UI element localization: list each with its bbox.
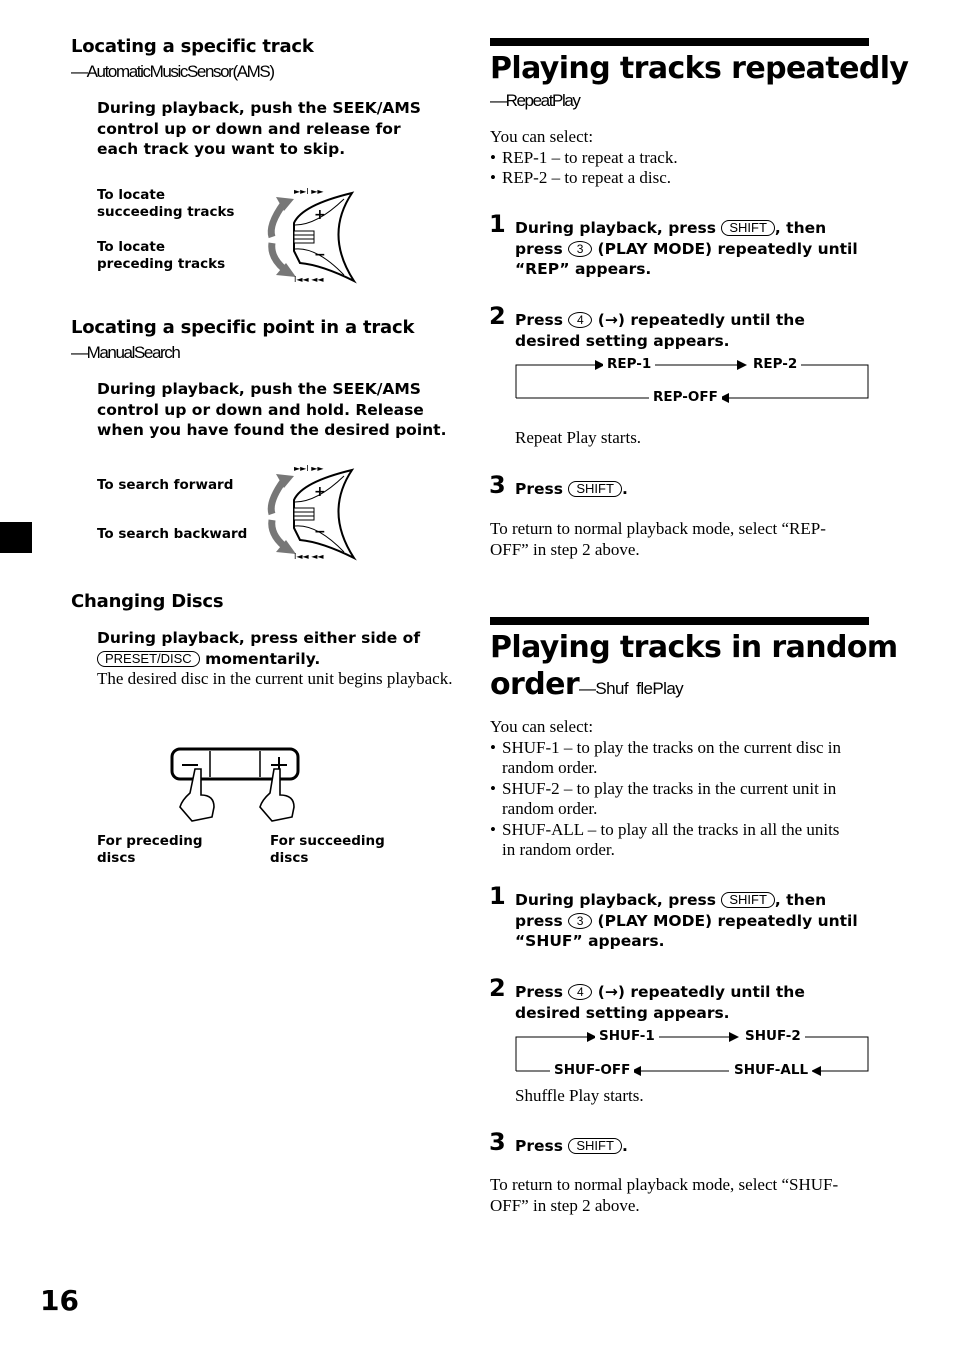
step-number: 2 bbox=[489, 974, 506, 1002]
step-number: 1 bbox=[489, 210, 506, 238]
shuffle-footer: To return to normal playback mode, selec… bbox=[490, 1175, 839, 1215]
shuffle-step-3: Press SHIFT. bbox=[515, 1137, 628, 1155]
key-4: 4 bbox=[568, 984, 593, 1000]
shift-key: SHIFT bbox=[568, 481, 622, 497]
shuffle-title-line1: Playing tracks in random bbox=[490, 630, 898, 665]
preset-disc-illustration bbox=[168, 745, 308, 830]
repeat-title: Playing tracks repeatedly bbox=[490, 51, 909, 86]
flow-shuf-all: SHUF-ALL bbox=[730, 1062, 813, 1078]
key-3: 3 bbox=[568, 240, 593, 257]
seek-ams-dial-illustration: + − ►►I ►► I◄◄ ◄◄ bbox=[262, 185, 362, 285]
list-item: • REP-2 – to repeat a disc. bbox=[490, 168, 672, 187]
discs-title: Changing Discs bbox=[71, 591, 224, 612]
manual-label-forward: To search forward bbox=[97, 477, 234, 493]
svg-text:►►I ►►: ►►I ►► bbox=[294, 464, 324, 473]
step-number: 2 bbox=[489, 302, 506, 330]
list-item: • SHUF-2 – to play the tracks in the curr… bbox=[490, 778, 837, 819]
svg-text:−: − bbox=[314, 247, 326, 263]
preset-disc-key: PRESET/DISC bbox=[97, 650, 200, 667]
repeat-options: You can select: • REP-1 – to repeat a tra… bbox=[490, 127, 870, 189]
svg-text:►►I ►►: ►►I ►► bbox=[294, 187, 324, 196]
section-rule bbox=[490, 617, 869, 625]
repeat-flow-diagram: REP-1 REP-2 REP-OFF bbox=[515, 355, 870, 405]
ams-subtitle: —AutomaticMusicSensor(AMS) bbox=[71, 62, 275, 81]
flow-rep-off: REP-OFF bbox=[649, 389, 722, 405]
svg-text:I◄◄ ◄◄: I◄◄ ◄◄ bbox=[294, 552, 324, 561]
repeat-step-2: Press 4 (→) repeatedly until the desired… bbox=[515, 311, 805, 350]
manual-instruction: During playback, push the SEEK/AMS contr… bbox=[97, 380, 447, 439]
shuffle-intro: You can select: bbox=[490, 717, 594, 736]
section-tab-marker bbox=[0, 522, 32, 553]
list-item: • SHUF-1 – to play the tracks on the curr… bbox=[490, 737, 841, 778]
repeat-subtitle: —RepeatPlay bbox=[490, 91, 581, 110]
svg-text:+: + bbox=[314, 207, 326, 223]
seek-dial-icon: + − ►►I ►► I◄◄ ◄◄ bbox=[267, 464, 357, 561]
svg-text:+: + bbox=[314, 484, 326, 500]
flow-shuf-off: SHUF-OFF bbox=[550, 1062, 635, 1078]
repeat-after-flow: Repeat Play starts. bbox=[515, 428, 642, 447]
preset-disc-button-icon bbox=[170, 747, 300, 822]
shuffle-after-flow: Shuffle Play starts. bbox=[515, 1086, 644, 1105]
flow-shuf-2: SHUF-2 bbox=[741, 1028, 805, 1044]
shift-key: SHIFT bbox=[721, 220, 775, 236]
page-number: 16 bbox=[40, 1284, 79, 1317]
shuffle-step-2: Press 4 (→) repeatedly until the desired… bbox=[515, 983, 805, 1022]
key-3: 3 bbox=[568, 912, 593, 929]
shuffle-subtitle: —Shuf flePlay bbox=[579, 679, 684, 698]
svg-text:I◄◄ ◄◄: I◄◄ ◄◄ bbox=[294, 275, 324, 284]
manual-subtitle: —ManualSearch bbox=[71, 343, 181, 362]
manual-label-backward: To search backward bbox=[97, 526, 248, 542]
list-item: • SHUF-ALL – to play all the tracks in al… bbox=[490, 819, 840, 860]
shuffle-flow-diagram: SHUF-1 SHUF-2 SHUF-ALL SHUF-OFF bbox=[515, 1027, 870, 1078]
seek-manual-dial-illustration: + − ►►I ►► I◄◄ ◄◄ bbox=[262, 462, 362, 562]
list-item: • REP-1 – to repeat a track. bbox=[490, 147, 678, 167]
shuffle-step-1: During playback, press SHIFT, then press… bbox=[515, 891, 858, 950]
key-4: 4 bbox=[568, 312, 593, 328]
shift-key: SHIFT bbox=[568, 1138, 622, 1154]
section-rule bbox=[490, 38, 869, 46]
discs-instruction-pre: During playback, press either side of bbox=[97, 629, 421, 647]
discs-instruction: During playback, press either side of PR… bbox=[97, 628, 457, 669]
svg-text:−: − bbox=[314, 524, 326, 540]
discs-body: The desired disc in the current unit beg… bbox=[97, 669, 453, 688]
flow-rep-2: REP-2 bbox=[749, 356, 802, 372]
ams-title: Locating a specific track bbox=[71, 36, 314, 57]
shuffle-title-line2: order—Shuf flePlay bbox=[490, 667, 684, 702]
ams-instruction: During playback, push the SEEK/AMS contr… bbox=[97, 99, 421, 158]
shift-key: SHIFT bbox=[721, 892, 775, 908]
flow-shuf-1: SHUF-1 bbox=[595, 1028, 659, 1044]
manual-title: Locating a specific point in a track bbox=[71, 317, 415, 338]
flow-rep-1: REP-1 bbox=[603, 356, 656, 372]
discs-label-preceding: For preceding discs bbox=[97, 833, 203, 866]
step-number: 3 bbox=[489, 471, 506, 499]
shuffle-options: You can select: • SHUF-1 – to play the tr… bbox=[490, 717, 855, 861]
repeat-step-1: During playback, press SHIFT, then press… bbox=[515, 219, 858, 278]
repeat-step-3: Press SHIFT. bbox=[515, 480, 628, 498]
repeat-intro: You can select: bbox=[490, 127, 594, 146]
step-number: 1 bbox=[489, 882, 506, 910]
ams-label-preceding: To locate preceding tracks bbox=[97, 239, 226, 272]
discs-label-succeeding: For succeeding discs bbox=[270, 833, 385, 866]
step-number: 3 bbox=[489, 1128, 506, 1156]
ams-label-succeeding: To locate succeeding tracks bbox=[97, 187, 235, 220]
seek-dial-icon: + − ►►I ►► I◄◄ ◄◄ bbox=[267, 187, 357, 284]
repeat-footer: To return to normal playback mode, selec… bbox=[490, 519, 826, 559]
discs-instruction-post: momentarily. bbox=[205, 649, 321, 668]
